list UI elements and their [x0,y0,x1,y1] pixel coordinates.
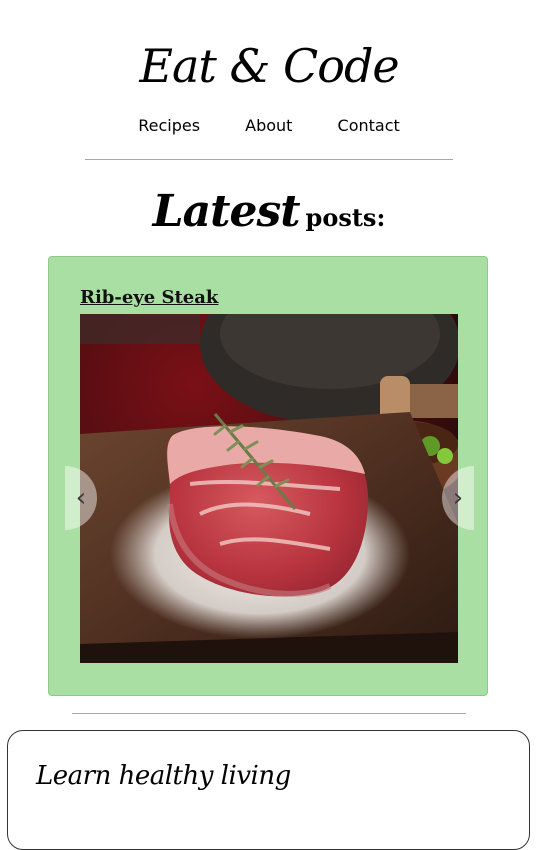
site-title: Eat & Code [139,39,399,93]
section-heading: Learn healthy living [36,761,291,791]
post-carousel-card: Rib-eye Steak ‹ › [48,256,488,696]
latest-posts-heading: Latest posts: [0,182,538,251]
nav-recipes[interactable]: Recipes [138,116,200,135]
steak-photo[interactable] [80,314,458,663]
nav-about[interactable]: About [245,116,292,135]
post-title-link[interactable]: Rib-eye Steak [80,287,218,308]
latest-heading-rest: posts: [305,203,386,232]
nav-contact[interactable]: Contact [338,116,400,135]
main-nav: Recipes About Contact [0,116,538,135]
healthy-living-card: Learn healthy living [7,730,530,850]
divider-top [85,159,453,160]
divider-bottom [72,713,466,714]
latest-heading-emphasis: Latest [152,186,301,237]
